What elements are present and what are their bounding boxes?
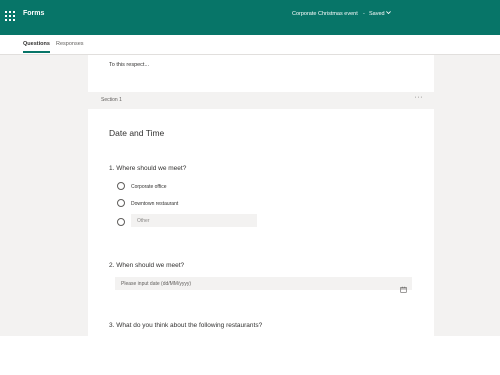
radio-button[interactable] — [117, 182, 125, 190]
previous-section-text: To this respect... — [109, 62, 150, 68]
app-name[interactable]: Forms — [23, 10, 44, 17]
tab-questions[interactable]: Questions — [23, 41, 50, 53]
tab-responses[interactable]: Responses — [56, 41, 84, 47]
form-canvas: To this respect... Section 1 ··· Date an… — [0, 55, 500, 336]
question-title: 3. What do you think about the following… — [109, 322, 263, 329]
question-title: 1. Where should we meet? — [109, 165, 187, 172]
title-separator: - — [363, 11, 365, 17]
tab-bar: Questions Responses — [0, 35, 500, 55]
save-status: Saved — [369, 11, 385, 17]
option-label: Downtown restaurant — [131, 200, 179, 207]
top-bar: Forms Corporate Christmas event - Saved — [0, 0, 500, 35]
bottom-area — [0, 336, 500, 375]
radio-button[interactable] — [117, 199, 125, 207]
option-label: Corporate office — [131, 183, 167, 190]
previous-section-card: To this respect... — [88, 55, 434, 92]
date-input[interactable] — [115, 277, 395, 290]
chevron-down-icon[interactable] — [385, 9, 392, 18]
other-input[interactable] — [131, 214, 257, 227]
calendar-icon[interactable] — [400, 280, 407, 293]
form-title[interactable]: Corporate Christmas event — [292, 11, 358, 17]
radio-button[interactable] — [117, 218, 125, 226]
section-label: Section 1 — [101, 97, 122, 103]
waffle-icon[interactable] — [5, 11, 15, 21]
section-card: Date and Time 1. Where should we meet? C… — [88, 109, 434, 336]
question-title: 2. When should we meet? — [109, 262, 185, 269]
date-field[interactable] — [115, 277, 412, 293]
section-title: Date and Time — [109, 128, 165, 138]
section-header: Section 1 ··· — [88, 92, 434, 109]
more-options-icon[interactable]: ··· — [415, 94, 424, 101]
